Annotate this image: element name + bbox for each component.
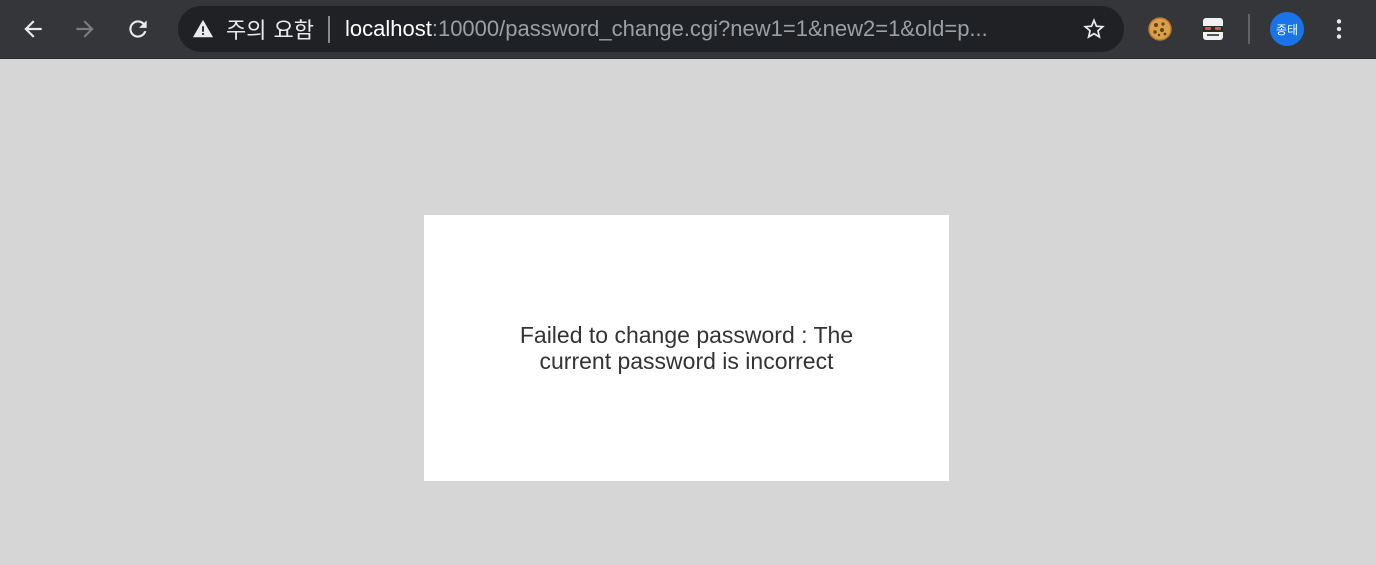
toolbar-separator [1248, 14, 1250, 44]
more-vert-icon [1336, 19, 1342, 39]
star-outline-icon [1083, 18, 1105, 39]
security-label: 주의 요함 [226, 19, 314, 44]
reload-button[interactable] [116, 7, 160, 51]
spy-extension-button[interactable] [1191, 7, 1235, 51]
security-chip[interactable]: 주의 요함 [184, 6, 322, 52]
back-button[interactable] [11, 7, 55, 51]
reload-icon [129, 20, 147, 38]
arrow-right-icon [76, 20, 94, 38]
warning-triangle-icon [192, 18, 214, 40]
url-path: :10000/password_change.cgi?new1=1&new2=1… [431, 16, 988, 41]
forward-button[interactable] [63, 7, 107, 51]
url-host: localhost [345, 16, 432, 41]
browser-toolbar: 주의 요함 localhost:10000/password_change.cg… [0, 0, 1376, 59]
error-message: Failed to change password : The current … [519, 322, 854, 374]
browser-menu-button[interactable] [1317, 7, 1361, 51]
message-box: Failed to change password : The current … [424, 215, 949, 481]
url-text[interactable]: localhost:10000/password_change.cgi?new1… [345, 6, 1053, 52]
bookmark-button[interactable] [1072, 7, 1116, 51]
arrow-left-icon [24, 20, 42, 38]
cookie-extension-icon [1148, 17, 1172, 41]
cookie-extension-button[interactable] [1138, 7, 1182, 51]
omnibox-divider [328, 16, 330, 43]
profile-avatar[interactable]: 종태 [1270, 12, 1304, 46]
address-bar[interactable]: 주의 요함 localhost:10000/password_change.cg… [178, 6, 1124, 52]
spy-extension-icon [1203, 18, 1223, 40]
